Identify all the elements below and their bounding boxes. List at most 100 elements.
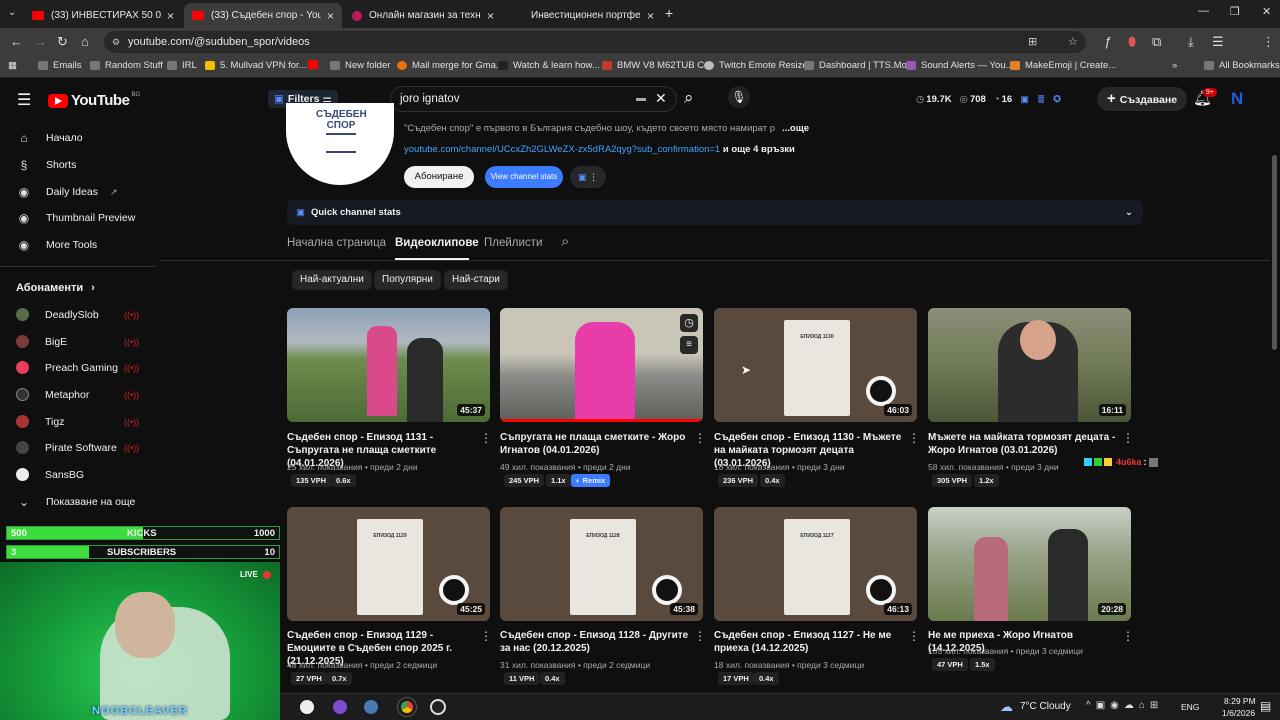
forward-icon[interactable]: →	[34, 34, 47, 49]
video-title[interactable]: Съпругата не плаща сметките - Жоро Игнат…	[500, 431, 690, 457]
tray-icons[interactable]: ^▣◉☁⌂⊞	[1086, 700, 1163, 711]
bookmark-star-icon[interactable]: ☆	[1068, 31, 1078, 53]
rocket-icon[interactable]: ✪	[1053, 94, 1061, 105]
video-thumbnail[interactable]: ЕПИЗОД 1127 46:13	[714, 507, 917, 621]
add-to-queue-icon[interactable]: ≡	[680, 336, 698, 354]
reading-list-icon[interactable]: ☰	[1212, 34, 1224, 50]
video-title[interactable]: Мъжете на майката тормозят децата - Жоро…	[928, 431, 1118, 457]
tab-playlists[interactable]: Плейлисти	[484, 237, 542, 249]
taskbar-chrome-icon[interactable]	[397, 697, 417, 717]
extension-icon[interactable]: ⬮	[1128, 34, 1136, 50]
video-thumbnail[interactable]: ЕПИЗОД 1129 45:25	[287, 507, 490, 621]
video-thumbnail[interactable]: 45:37	[287, 308, 490, 422]
extensions-puzzle-icon[interactable]: ⧉	[1152, 34, 1161, 50]
extension-icon[interactable]: ƒ	[1104, 34, 1111, 49]
bookmark-item[interactable]: Random Stuff	[90, 60, 163, 71]
bookmark-item[interactable]: Mail merge for Gma...	[397, 60, 504, 71]
language-indicator[interactable]: ENG	[1181, 702, 1199, 712]
browser-tab[interactable]: Инвестиционен портфейл ане×	[504, 3, 662, 28]
watch-later-icon[interactable]: ◷	[680, 314, 698, 332]
close-tab-icon[interactable]: ×	[487, 9, 494, 23]
video-title[interactable]: Съдебен спор - Епизод 1127 - Не ме приех…	[714, 629, 904, 655]
bookmark-item[interactable]: Dashboard | TTS.Mo...	[804, 60, 915, 71]
chip-latest[interactable]: Най-актуални	[292, 270, 372, 290]
video-thumbnail[interactable]: 20:28	[928, 507, 1131, 621]
quick-channel-stats-bar[interactable]: ▣ Quick channel stats ⌄	[287, 200, 1143, 225]
youtube-logo[interactable]: YouTube BG	[48, 92, 140, 109]
bookmark-item[interactable]: New folder	[330, 60, 390, 71]
channel-search-icon[interactable]: ⌕	[561, 233, 569, 250]
sidebar-item-daily-ideas[interactable]: ◉ Daily Ideas ↗	[16, 185, 156, 199]
description-more-link[interactable]: ...още	[780, 123, 810, 134]
weather-text[interactable]: 7°C Cloudy	[1020, 701, 1071, 712]
close-window-icon[interactable]: ✕	[1262, 5, 1271, 18]
subscriptions-header[interactable]: Абонаменти ›	[16, 282, 156, 294]
reload-icon[interactable]: ↻	[57, 34, 68, 50]
video-thumbnail[interactable]: ЕПИЗОД 1128 45:38	[500, 507, 703, 621]
clear-search-icon[interactable]: ✕	[655, 86, 667, 110]
browser-tab[interactable]: Онлайн магазин за техника - Т×	[344, 3, 502, 28]
video-title[interactable]: Съдебен спор - Епизод 1128 - Другите за …	[500, 629, 690, 655]
sidebar-sub-sansbg[interactable]: SansBG	[16, 468, 156, 481]
chip-popular[interactable]: Популярни	[374, 270, 441, 290]
bookmark-item[interactable]: Emails	[38, 60, 82, 71]
sidebar-item-more-tools[interactable]: ◉ More Tools	[16, 238, 156, 252]
taskbar-steam-icon[interactable]	[364, 700, 378, 714]
hamburger-menu-icon[interactable]: ☰	[17, 90, 31, 110]
taskbar-app-icon[interactable]	[300, 700, 314, 714]
new-tab-icon[interactable]: +	[665, 5, 673, 21]
video-menu-icon[interactable]: ⋮	[480, 629, 492, 643]
channel-ext-button[interactable]: ▣ ⋮	[570, 166, 606, 188]
video-thumbnail[interactable]: 16:11	[928, 308, 1131, 422]
search-input[interactable]: joro ignatov ▬ ✕	[390, 86, 677, 112]
clock-time[interactable]: 8:29 PM	[1224, 696, 1256, 706]
subscribe-button[interactable]: Абониране	[404, 166, 474, 188]
video-menu-icon[interactable]: ⋮	[1122, 629, 1134, 643]
bookmarks-overflow-icon[interactable]: »	[1172, 60, 1177, 71]
home-icon[interactable]: ⌂	[81, 34, 89, 49]
tab-videos[interactable]: Видеоклипове	[395, 237, 479, 249]
bookmark-item[interactable]: 5. Mullvad VPN for...	[205, 60, 307, 71]
video-menu-icon[interactable]: ⋮	[480, 431, 492, 445]
bookmark-item[interactable]: BMW V8 M62TUB C...	[602, 60, 712, 71]
bookmark-item[interactable]: Twitch Emote Resizer	[704, 60, 811, 71]
keyboard-icon[interactable]: ▬	[636, 87, 646, 111]
bookmark-item[interactable]: Watch & learn how...	[498, 60, 600, 71]
browser-tab[interactable]: (33) ИНВЕСТИРАХ 50 000ЛВ В×	[24, 3, 182, 28]
bookmark-item[interactable]: Sound Alerts — You...	[906, 60, 1013, 71]
bookmark-item[interactable]	[308, 60, 323, 69]
download-icon[interactable]: ⤓	[1188, 34, 1194, 50]
notification-center-icon[interactable]: ▤	[1260, 699, 1271, 713]
taskbar-obs-icon[interactable]	[430, 699, 446, 715]
create-button[interactable]: + Създаване	[1097, 87, 1188, 111]
tab-home[interactable]: Начална страница	[287, 237, 386, 249]
list-icon[interactable]: ≣	[1037, 94, 1045, 105]
scrollbar[interactable]	[1272, 155, 1277, 350]
video-menu-icon[interactable]: ⋮	[908, 431, 920, 445]
sidebar-item-shorts[interactable]: § Shorts	[16, 158, 156, 172]
restore-icon[interactable]: ❐	[1230, 5, 1240, 18]
close-tab-icon[interactable]: ×	[167, 9, 174, 23]
view-channel-stats-button[interactable]: View channel stats	[485, 166, 563, 188]
remix-badge[interactable]: ◐ Remix	[571, 474, 611, 487]
video-menu-icon[interactable]: ⋮	[694, 629, 706, 643]
site-info-icon[interactable]: ⚙	[112, 31, 120, 53]
bookmark-item[interactable]: IRL	[167, 60, 197, 71]
all-bookmarks[interactable]: All Bookmarks	[1204, 60, 1280, 71]
clock-date[interactable]: 1/6/2026	[1222, 708, 1255, 718]
ext-icon[interactable]: ▣	[1020, 94, 1029, 105]
channel-link[interactable]: youtube.com/channel/UCcxZh2GLWeZX-zx5dRA…	[404, 144, 795, 155]
apps-grid-icon[interactable]: ▦	[8, 60, 17, 71]
channel-description[interactable]: "Съдебен спор" е първото в България съде…	[404, 123, 804, 134]
voice-search-icon[interactable]: 🎙	[728, 86, 750, 108]
browser-menu-icon[interactable]: ⋮	[1262, 34, 1275, 50]
bookmark-item[interactable]: MakeEmoji | Create...	[1010, 60, 1116, 71]
back-icon[interactable]: ←	[10, 34, 23, 49]
search-icon[interactable]: ⌕	[684, 88, 694, 108]
sidebar-item-thumbnail-preview[interactable]: ◉ Thumbnail Preview	[16, 211, 156, 225]
translate-icon[interactable]: ⊞	[1028, 31, 1037, 53]
video-menu-icon[interactable]: ⋮	[694, 431, 706, 445]
chip-oldest[interactable]: Най-стари	[444, 270, 508, 290]
url-bar[interactable]: ⚙ youtube.com/@suduben_spor/videos ⊞ ☆	[104, 31, 1086, 53]
video-menu-icon[interactable]: ⋮	[1122, 431, 1134, 445]
